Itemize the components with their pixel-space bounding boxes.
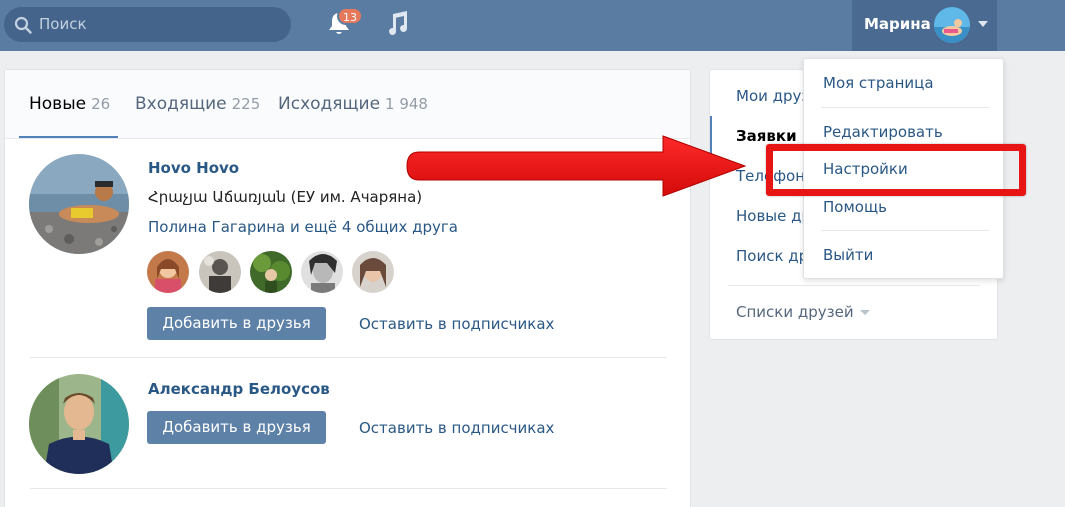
tab-count: 26: [91, 95, 111, 113]
keep-subscriber-link[interactable]: Оставить в подписчиках: [359, 315, 554, 333]
search-placeholder: Поиск: [39, 15, 87, 33]
menu-item-my-page[interactable]: Моя страница: [823, 74, 934, 92]
friend-lists-label: Списки друзей: [736, 303, 854, 321]
search-input[interactable]: Поиск: [4, 7, 291, 42]
music-icon[interactable]: [384, 10, 410, 36]
menu-item-help[interactable]: Помощь: [823, 198, 887, 216]
side-menu-item[interactable]: Мои друз: [736, 87, 809, 105]
search-icon: [14, 16, 32, 34]
tab-outgoing[interactable]: Исходящие 1 948: [278, 94, 428, 114]
side-menu-item[interactable]: Новые др: [736, 207, 811, 225]
user-avatar: [934, 7, 970, 43]
side-menu-divider: [728, 285, 980, 286]
mutual-friend-avatar[interactable]: [301, 251, 343, 293]
avatar[interactable]: [29, 374, 129, 474]
row-divider: [30, 488, 667, 489]
mutual-friends-link[interactable]: Полина Гагарина и ещё 4 общих друга: [148, 218, 458, 236]
friend-lists-toggle[interactable]: Списки друзей: [736, 303, 870, 321]
menu-item-edit[interactable]: Редактировать: [823, 123, 943, 141]
mutual-friend-avatar[interactable]: [250, 251, 292, 293]
menu-divider: [821, 230, 989, 231]
add-friend-button[interactable]: Добавить в друзья: [147, 411, 326, 444]
chevron-down-icon: [859, 310, 870, 315]
friend-name[interactable]: Hovo Hovo: [148, 159, 239, 177]
notification-badge: 13: [337, 7, 363, 25]
avatar[interactable]: [29, 154, 129, 254]
tab-count: 1 948: [385, 95, 428, 113]
top-bar: Поиск 13 Марина: [0, 0, 1065, 51]
tab-count: 225: [231, 95, 261, 113]
add-friend-button[interactable]: Добавить в друзья: [147, 307, 326, 340]
tab-new[interactable]: Новые 26: [29, 94, 110, 114]
mutual-friend-avatar[interactable]: [199, 251, 241, 293]
highlight-box: [766, 144, 1026, 196]
tab-label: Исходящие: [278, 94, 381, 114]
chevron-down-icon: [978, 21, 988, 27]
row-divider: [30, 357, 667, 358]
side-menu-item[interactable]: Поиск др: [736, 247, 808, 265]
menu-item-logout[interactable]: Выйти: [823, 246, 873, 264]
friend-name[interactable]: Александр Белоусов: [148, 380, 330, 398]
tab-label: Новые: [29, 94, 87, 114]
friend-education: Հրաչյա Աճառյան (ЕУ им. Ачаряна): [148, 188, 423, 206]
keep-subscriber-link[interactable]: Оставить в подписчиках: [359, 419, 554, 437]
mutual-friend-avatar[interactable]: [352, 251, 394, 293]
arrow-annotation: [406, 135, 747, 197]
mutual-friend-avatar[interactable]: [147, 251, 189, 293]
active-tab-indicator: [19, 136, 118, 138]
user-name: Марина: [864, 15, 931, 33]
tab-incoming[interactable]: Входящие 225: [135, 94, 260, 114]
menu-divider: [821, 107, 989, 108]
user-menu-toggle[interactable]: Марина: [852, 0, 997, 51]
tab-label: Входящие: [135, 94, 227, 114]
tabs-bar: Новые 26 Входящие 225 Исходящие 1 948: [5, 70, 690, 139]
